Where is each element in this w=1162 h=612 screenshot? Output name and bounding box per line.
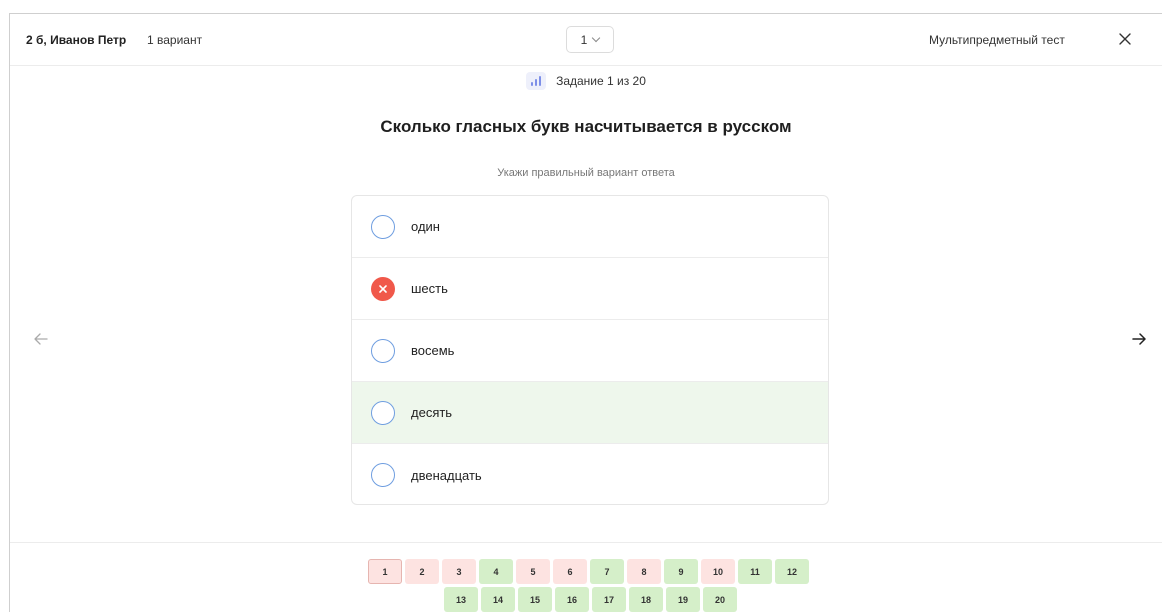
pager-item[interactable]: 10 [701,559,735,584]
question-pager: 1 2 3 4 5 6 7 8 9 10 11 12 13 14 15 16 17 18 19 20 [10,542,1162,612]
variant-select-value: 1 [580,32,588,47]
chevron-down-icon [592,33,601,43]
answer-option[interactable]: восемь [352,320,828,382]
pager-item[interactable]: 18 [629,587,663,612]
pager-row-2: 13 14 15 16 17 18 19 20 [444,587,737,612]
pager-row-1: 1 2 3 4 5 6 7 8 9 10 11 12 [368,559,818,584]
pager-item[interactable]: 19 [666,587,700,612]
pager-item[interactable]: 7 [590,559,624,584]
pager-item[interactable]: 4 [479,559,513,584]
variant-label: 1 вариант [147,33,203,47]
close-icon[interactable] [1115,29,1135,49]
variant-select[interactable]: 1 [566,26,614,53]
arrow-right-icon[interactable] [1128,328,1150,350]
answer-option[interactable]: шесть [352,258,828,320]
pager-item[interactable]: 16 [555,587,589,612]
pager-item[interactable]: 15 [518,587,552,612]
answer-label: восемь [411,343,455,358]
pager-item[interactable]: 8 [627,559,661,584]
header-bar: 2 б, Иванов Петр 1 вариант 1 Мультипредм… [10,14,1162,66]
answer-label: двенадцать [411,467,482,483]
answer-label: один [411,219,440,234]
wrong-answer-icon [371,276,395,301]
question-text: Сколько гласных букв насчитывается в рус… [380,117,792,136]
chart-bars-icon [526,72,547,90]
pager-item[interactable]: 9 [664,559,698,584]
pager-item[interactable]: 20 [703,587,737,612]
answer-option-correct[interactable]: десять [352,382,828,444]
answer-label: десять [411,405,453,420]
question-hint: Укажи правильный вариант ответа [497,167,675,179]
answer-option[interactable]: двенадцать [352,444,828,504]
pager-item[interactable]: 6 [553,559,587,584]
test-window: 2 б, Иванов Петр 1 вариант 1 Мультипредм… [9,13,1162,612]
pager-item[interactable]: 2 [405,559,439,584]
pager-item[interactable]: 14 [481,587,515,612]
arrow-left-icon[interactable] [30,328,52,350]
pager-item[interactable]: 3 [442,559,476,584]
test-title: Мультипредметный тест [929,33,1065,47]
pager-item[interactable]: 1 [368,559,402,584]
task-progress-text: Задание 1 из 20 [556,74,646,88]
task-progress: Задание 1 из 20 [10,72,1162,90]
radio-icon [371,214,395,239]
radio-icon [371,463,395,487]
answer-option[interactable]: один [352,196,828,258]
pager-item[interactable]: 13 [444,587,478,612]
pager-item[interactable]: 5 [516,559,550,584]
radio-icon [371,400,395,425]
pager-item[interactable]: 11 [738,559,772,584]
answer-list: один шесть восемь десять двенадцать [351,195,829,505]
answer-label: шесть [411,281,448,296]
pager-item[interactable]: 17 [592,587,626,612]
pager-item[interactable]: 12 [775,559,809,584]
student-name: 2 б, Иванов Петр [26,33,127,47]
radio-icon [371,338,395,363]
